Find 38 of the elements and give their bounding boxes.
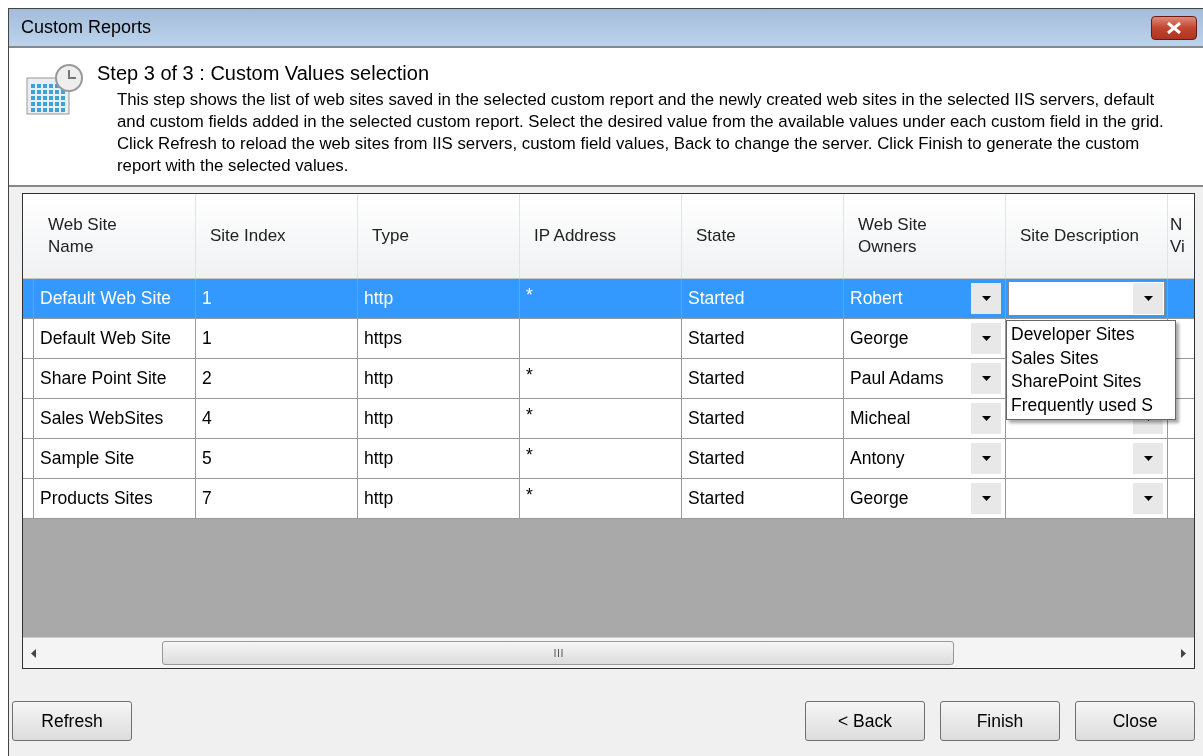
- table-cell: 1: [196, 319, 358, 359]
- cell-text: Antony: [850, 448, 905, 469]
- table-cell: *: [520, 359, 682, 399]
- table-cell: Products Sites: [34, 479, 196, 519]
- step-title: Step 3 of 3 : Custom Values selection: [97, 62, 431, 85]
- table-cell: Sales WebSites: [34, 399, 196, 439]
- table-cell: https: [358, 319, 520, 359]
- cell-text: Micheal: [850, 408, 911, 429]
- table-cell: Sample Site: [34, 439, 196, 479]
- table-cell: Default Web Site: [34, 279, 196, 319]
- table-cell: *: [520, 399, 682, 439]
- table-cell: Started: [682, 319, 844, 359]
- table-cell: Started: [682, 399, 844, 439]
- table-cell: http: [358, 479, 520, 519]
- table-cell: *: [520, 439, 682, 479]
- table-cell: Started: [682, 479, 844, 519]
- table-cell: 5: [196, 439, 358, 479]
- cell-text: George: [850, 328, 909, 349]
- window-title: Custom Reports: [21, 17, 152, 38]
- table-cell: 1: [196, 279, 358, 319]
- table-cell: Started: [682, 279, 844, 319]
- table-cell: http: [358, 439, 520, 479]
- cell-text: Paul Adams: [850, 368, 944, 389]
- table-cell: http: [358, 399, 520, 439]
- cell-text: George: [850, 488, 909, 509]
- table-cell: Started: [682, 359, 844, 399]
- table-cell: 2: [196, 359, 358, 399]
- table-cell: 4: [196, 399, 358, 439]
- table-cell: http: [358, 279, 520, 319]
- table-cell: Share Point Site: [34, 359, 196, 399]
- cell-text: Robert: [850, 288, 903, 309]
- table-cell: http: [358, 359, 520, 399]
- table-cell: Default Web Site: [34, 319, 196, 359]
- table-cell: *: [520, 279, 682, 319]
- step-description: This step shows the list of web sites saved in the selected custom report and the newly created web sites in the selected IIS servers, default and custom fields added in the selected custom report. Select the desired value from the available values under each custom field in the grid. Click Refresh to reload the web sites from IIS servers, custom field values, Back to change the server. Click Finish to generate the custom report with the selected values.: [117, 89, 1165, 177]
- table-cell: 7: [196, 479, 358, 519]
- table-cell: Started: [682, 439, 844, 479]
- table-cell: *: [520, 479, 682, 519]
